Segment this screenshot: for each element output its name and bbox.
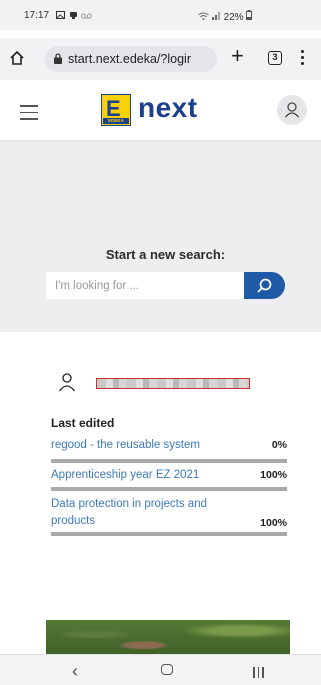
new-tab-plus-icon[interactable]: + xyxy=(231,45,244,67)
search-icon xyxy=(257,278,272,293)
back-icon[interactable]: ‹ xyxy=(72,661,78,682)
notification-icon xyxy=(69,12,77,19)
list-item[interactable]: Data protection in projects and products… xyxy=(51,496,287,537)
item-link[interactable]: regood - the reusable system xyxy=(51,437,241,454)
app-header: E EDEKA next xyxy=(0,80,321,141)
tabs-icon[interactable]: 3 xyxy=(268,51,282,65)
item-progress: 100% xyxy=(260,469,287,481)
browser-toolbar: start.next.edeka/?logir + 3 xyxy=(0,38,321,80)
status-time: 17:17 xyxy=(24,10,50,21)
search-title: Start a new search: xyxy=(105,247,226,262)
item-progress-bar xyxy=(51,459,287,463)
last-edited-heading: Last edited xyxy=(51,416,115,430)
signal-icon xyxy=(211,12,220,20)
address-bar[interactable]: start.next.edeka/?logir xyxy=(45,46,217,72)
lock-icon xyxy=(54,53,62,64)
user-avatar-icon[interactable] xyxy=(277,95,307,125)
search-panel: Start a new search: xyxy=(0,141,321,332)
voicemail-icon xyxy=(81,13,93,19)
battery-icon xyxy=(246,10,253,20)
android-nav-bar: ‹ xyxy=(0,654,321,685)
last-edited-list: regood - the reusable system 0% Apprenti… xyxy=(51,437,287,537)
image-icon xyxy=(56,11,65,19)
item-progress-bar xyxy=(51,532,287,536)
news-image[interactable] xyxy=(46,620,290,656)
status-bar: 17:17 22% xyxy=(0,0,321,30)
user-profile-row xyxy=(46,372,286,400)
recents-icon[interactable] xyxy=(253,665,267,683)
edeka-logo-icon: E EDEKA xyxy=(101,94,131,126)
more-vert-icon[interactable] xyxy=(301,50,305,68)
redacted-user-name xyxy=(96,378,250,389)
list-item[interactable]: regood - the reusable system 0% xyxy=(51,437,287,465)
home-button-icon[interactable] xyxy=(161,664,173,675)
battery-percent: 22% xyxy=(223,12,244,23)
list-item[interactable]: Apprenticeship year EZ 2021 100% xyxy=(51,467,287,494)
edeka-next-logo[interactable]: E EDEKA next xyxy=(101,92,211,126)
item-link[interactable]: Data protection in projects and products xyxy=(51,496,241,530)
home-icon[interactable] xyxy=(9,50,25,66)
search-input[interactable] xyxy=(46,272,244,299)
item-progress: 0% xyxy=(271,439,287,451)
logo-wordmark: next xyxy=(138,92,198,123)
system-status: 22% xyxy=(198,10,253,23)
wifi-icon xyxy=(198,12,209,20)
hamburger-menu-icon[interactable] xyxy=(20,105,38,125)
item-link[interactable]: Apprenticeship year EZ 2021 xyxy=(51,467,241,484)
user-icon xyxy=(58,373,76,392)
item-progress: 100% xyxy=(260,517,287,529)
url-text: start.next.edeka/?logir xyxy=(68,52,191,66)
item-progress-bar xyxy=(51,487,287,491)
search-button[interactable] xyxy=(244,272,285,299)
notification-icons xyxy=(56,11,93,21)
